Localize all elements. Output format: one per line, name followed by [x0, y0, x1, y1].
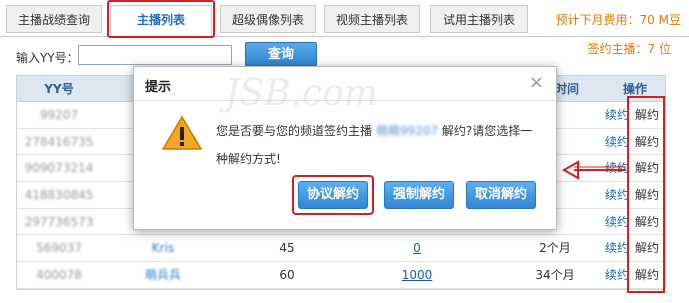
anchor-link[interactable]: 0	[349, 235, 485, 261]
tab-video-anchor-list[interactable]: 视频主播列表	[324, 5, 420, 33]
anchor-name: 萌萌99207	[375, 124, 439, 138]
header-yy: YY号	[44, 82, 74, 96]
sign-time: 2个月	[539, 241, 571, 256]
search-label: 输入YY号：	[16, 51, 79, 65]
table-row: 400078 萌兵兵 60 1000 34个月 续约 解约	[17, 262, 665, 289]
tab-trial-anchor-list[interactable]: 试用主播列表	[430, 5, 528, 33]
anchor-value: 60	[279, 268, 295, 283]
next-month-fee: 预计下月费用：70 M豆	[555, 13, 681, 27]
message-prefix: 您是否要与您的频道签约主播	[216, 124, 373, 138]
sign-time: 34个月	[535, 268, 575, 283]
signed-count: 签约主播：7 位	[587, 42, 671, 56]
yy-number: 569037	[36, 241, 82, 256]
yy-number: 99207	[39, 108, 79, 122]
anchor-value: 45	[279, 241, 295, 256]
cancel-column-highlight	[627, 96, 665, 293]
abort-cancel-button[interactable]: 取消解约	[466, 181, 536, 209]
yy-search-input[interactable]	[78, 45, 232, 65]
anchor-nickname[interactable]: Kris	[101, 235, 225, 261]
anchor-link[interactable]: 1000	[349, 262, 485, 288]
yy-number: 297736573	[24, 214, 94, 229]
yy-number: 278416735	[24, 134, 94, 149]
tab-anchor-stats[interactable]: 主播战绩查询	[6, 5, 102, 33]
yy-number: 400078	[36, 268, 82, 283]
tab-idol-list[interactable]: 超级偶像列表	[220, 5, 316, 33]
query-button[interactable]: 查询	[245, 42, 317, 68]
table-row: 569037 Kris 45 0 2个月 续约 解约	[17, 235, 665, 263]
anchor-nickname[interactable]: 萌兵兵	[101, 262, 225, 288]
yy-number: 418830845	[24, 188, 94, 203]
watermark: JSB.com	[225, 73, 378, 114]
close-icon[interactable]: ×	[529, 73, 544, 93]
pointer-arrow-icon	[562, 160, 626, 180]
dialog-title: 提示	[145, 80, 172, 95]
dialog-message: 您是否要与您的频道签约主播 萌萌99207 解约?请您选择一种解约方式!	[216, 117, 542, 173]
tab-bar: 主播战绩查询 主播列表 超级偶像列表 视频主播列表 试用主播列表 预计下月费用：…	[0, 0, 689, 37]
agreement-button-highlight	[292, 175, 374, 215]
force-cancel-button[interactable]: 强制解约	[384, 181, 454, 209]
yy-number: 909073214	[24, 161, 94, 176]
warning-icon	[162, 115, 202, 150]
tab-highlight-box	[107, 0, 215, 38]
